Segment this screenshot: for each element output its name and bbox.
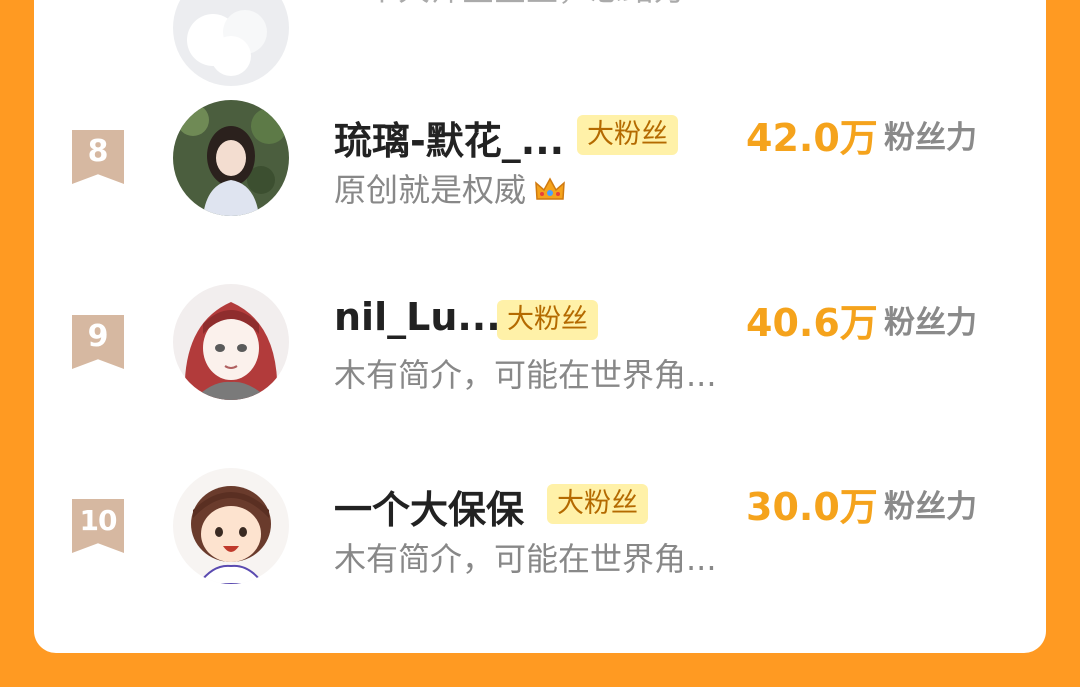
fan-power-label: 粉丝力 [884,120,977,156]
bio-text: 一个大师星星生，思绪万... [334,0,717,10]
bio-label: 原创就是权威 [334,171,527,209]
user-name[interactable]: 琉璃-默花_... [334,110,564,165]
user-name[interactable]: nil_Lu... [334,295,501,339]
fan-power-value: 30.0万 [746,485,878,529]
avatar[interactable] [173,0,289,86]
list-item-partial[interactable]: 一个大师星星生，思绪万... [34,0,1046,86]
fan-power-label: 粉丝力 [884,305,977,341]
ranking-card: 一个大师星星生，思绪万... 8 琉璃-默花_... 大粉丝 原创就是权威 42… [34,0,1046,653]
bio-text: 木有简介，可能在世界角... [334,356,717,394]
fan-level-badge: 大粉丝 [547,484,648,524]
fan-level-badge: 大粉丝 [497,300,598,340]
avatar[interactable] [173,284,289,400]
crown-icon [534,173,566,211]
rank-badge: 10 [72,499,124,553]
user-name[interactable]: 一个大保保 [334,479,524,534]
fan-power-value: 40.6万 [746,301,878,345]
rank-badge: 8 [72,130,124,184]
list-item[interactable]: 8 琉璃-默花_... 大粉丝 原创就是权威 42.0万 粉丝力 [34,85,1046,235]
fan-power-label: 粉丝力 [884,489,977,525]
bio-text: 原创就是权威 [334,165,566,211]
list-item[interactable]: 10 一个大保保 大粉丝 木有简介，可能在世界角... 30.0万 粉丝力 [34,454,1046,604]
list-item[interactable]: 9 nil_Lu... 大粉丝 木有简介，可能在世界角... 40.6万 粉丝力 [34,270,1046,420]
avatar[interactable] [173,468,289,584]
avatar[interactable] [173,100,289,216]
rank-badge: 9 [72,315,124,369]
fan-level-badge: 大粉丝 [577,115,678,155]
bio-text: 木有简介，可能在世界角... [334,540,717,578]
fan-power-value: 42.0万 [746,116,878,160]
